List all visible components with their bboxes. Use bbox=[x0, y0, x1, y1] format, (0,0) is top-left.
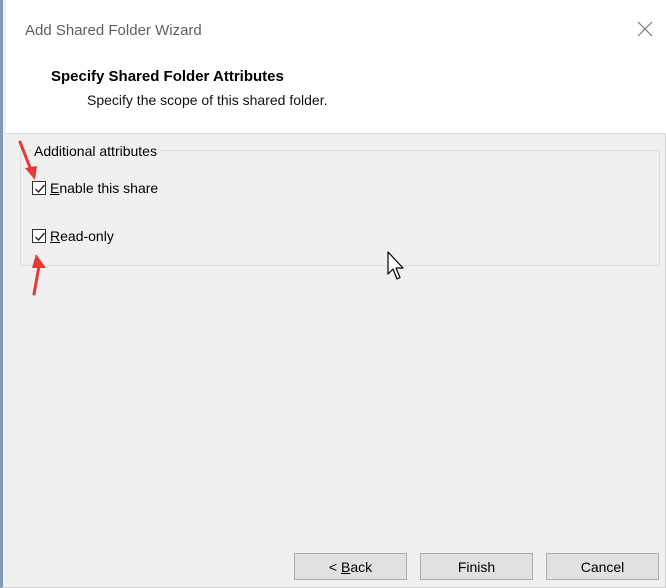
close-button[interactable] bbox=[630, 14, 660, 44]
page-subtitle: Specify the scope of this shared folder. bbox=[87, 92, 328, 108]
red-arrow-icon bbox=[18, 140, 37, 180]
read-only-checkbox[interactable]: Read-only bbox=[32, 226, 114, 246]
mouse-pointer-icon bbox=[387, 251, 404, 280]
enable-share-label: Enable this share bbox=[50, 180, 159, 196]
read-only-label: Read-only bbox=[50, 228, 114, 244]
cancel-button[interactable]: Cancel bbox=[546, 553, 659, 580]
title-bar: Add Shared Folder Wizard bbox=[6, 0, 666, 58]
checkbox-box[interactable] bbox=[32, 229, 46, 243]
close-icon bbox=[637, 21, 653, 37]
finish-button[interactable]: Finish bbox=[420, 553, 533, 580]
additional-attributes-group bbox=[20, 150, 660, 266]
checkmark-icon bbox=[35, 232, 46, 242]
wizard-window: Add Shared Folder Wizard Specify Shared … bbox=[0, 0, 666, 588]
wizard-header: Specify Shared Folder Attributes Specify… bbox=[6, 58, 666, 134]
window-title: Add Shared Folder Wizard bbox=[25, 22, 202, 39]
group-legend: Additional attributes bbox=[32, 143, 160, 159]
enable-share-checkbox[interactable]: Enable this share bbox=[32, 178, 158, 198]
back-button[interactable]: < Back bbox=[294, 553, 407, 580]
checkmark-icon bbox=[35, 184, 46, 194]
red-arrow-icon bbox=[32, 254, 46, 296]
page-title: Specify Shared Folder Attributes bbox=[51, 68, 284, 85]
